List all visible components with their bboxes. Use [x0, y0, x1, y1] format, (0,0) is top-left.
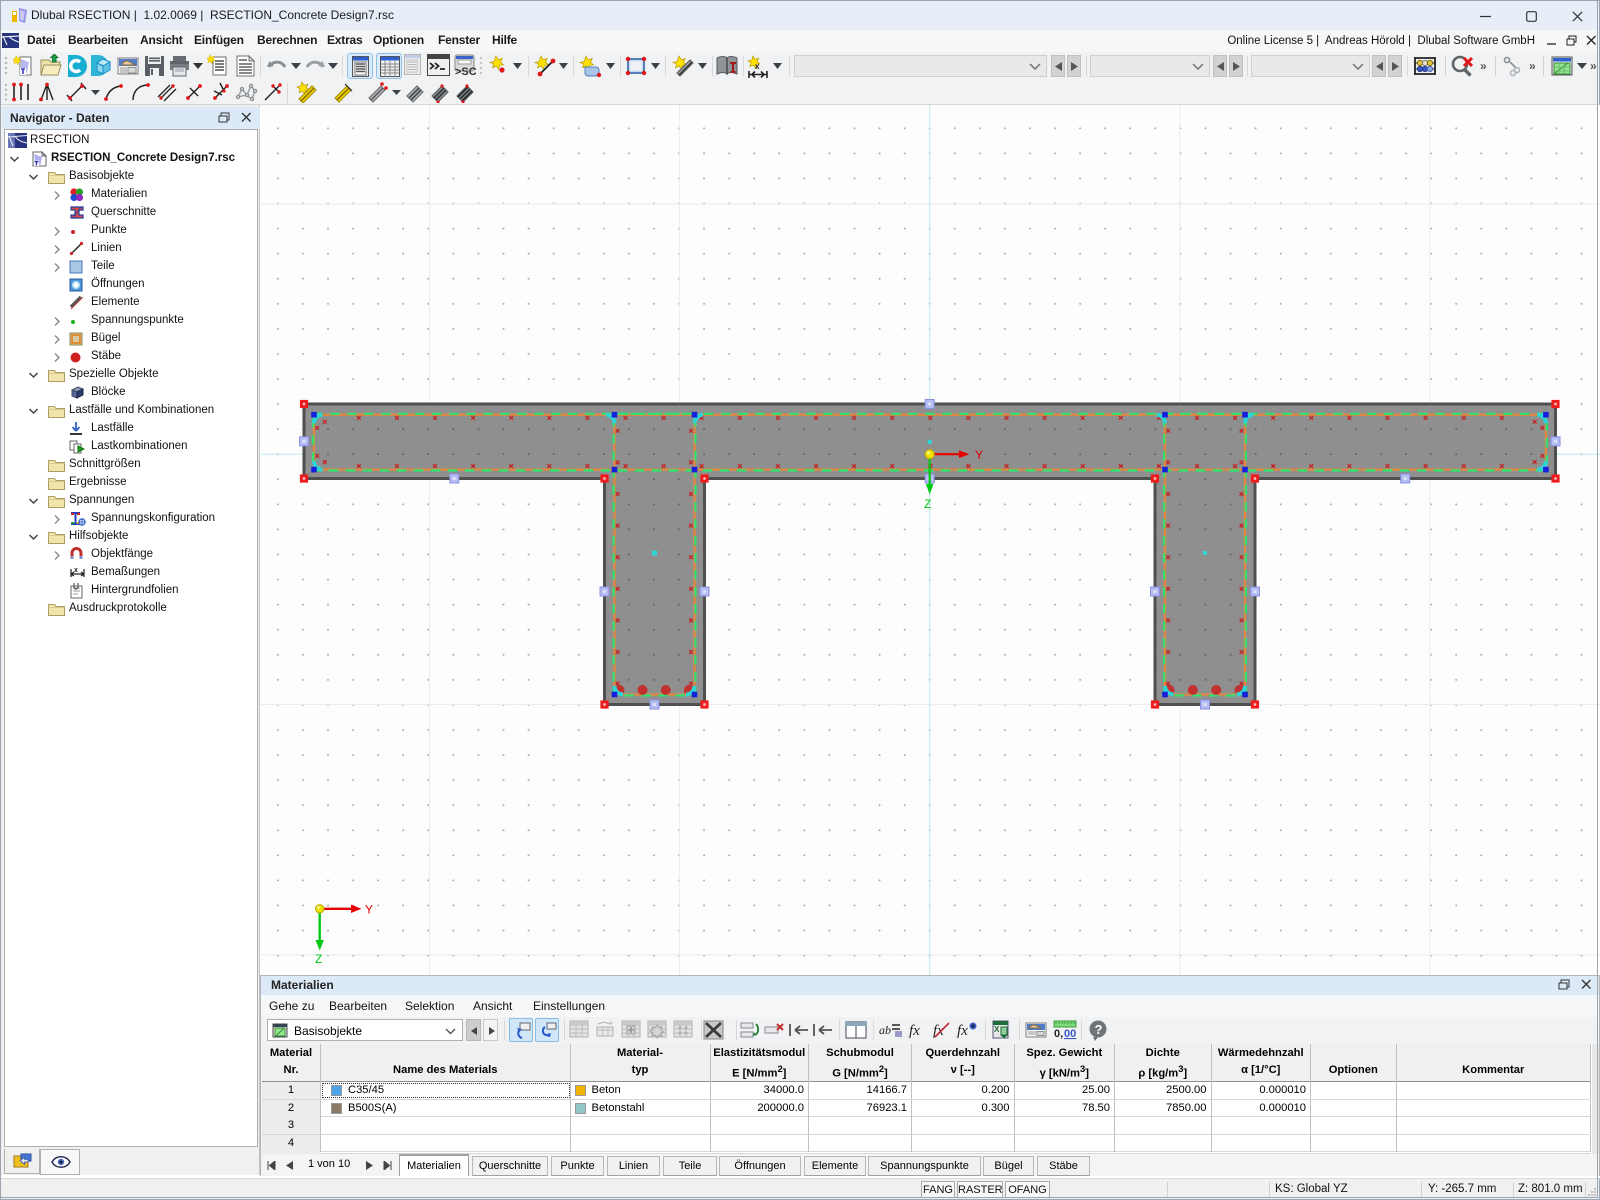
svg-text:ab: ab [879, 1023, 891, 1037]
svg-text:fx: fx [957, 1023, 968, 1039]
svg-text:x: x [755, 62, 760, 71]
svg-text:X: X [994, 1025, 1000, 1034]
svg-text:>SC: >SC [455, 66, 476, 77]
svg-text:00: 00 [1064, 1028, 1076, 1040]
svg-text:x: x [74, 567, 78, 574]
svg-text:fx: fx [909, 1023, 920, 1039]
svg-text:?: ? [1095, 1022, 1103, 1037]
svg-text:Z: Z [315, 952, 322, 966]
svg-text:0,: 0, [1054, 1028, 1063, 1040]
svg-text:Y: Y [365, 903, 373, 917]
svg-text:Z: Z [924, 497, 931, 511]
svg-text:Y: Y [975, 448, 983, 462]
